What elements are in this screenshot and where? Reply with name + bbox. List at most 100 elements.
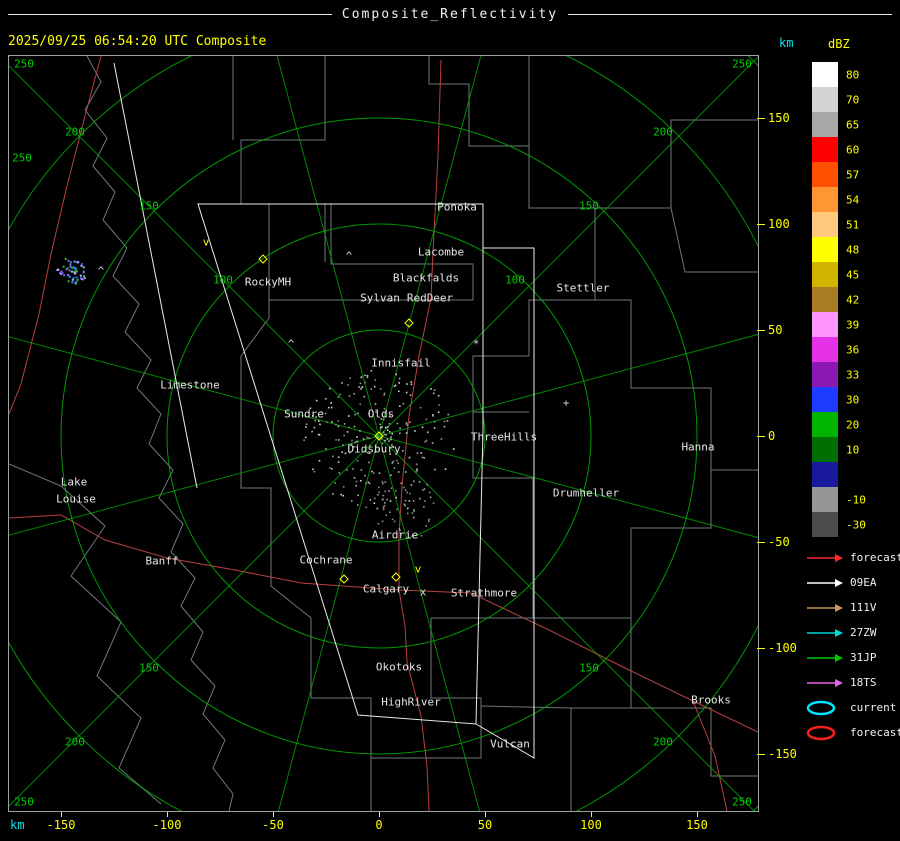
colorbar-swatch: [812, 62, 838, 87]
legend-row: forecast: [806, 545, 900, 570]
colorbar-row: 57: [812, 162, 900, 187]
azimuth-line-255: [9, 435, 380, 536]
colorbar-row: 20: [812, 412, 900, 437]
colorbar-swatch: [812, 287, 838, 312]
colorbar-row: -10: [812, 487, 900, 512]
colorbar-row: 45: [812, 262, 900, 287]
colorbar-row: 65: [812, 112, 900, 137]
bottom-axis-label: 100: [580, 818, 602, 832]
right-axis-label: 150: [768, 111, 790, 125]
colorbar-row: [812, 462, 900, 487]
azimuth-line-195: [278, 435, 380, 811]
colorbar-value: -30: [846, 518, 866, 531]
legend-label: 31JP: [850, 651, 877, 664]
colorbar-value: 57: [846, 168, 860, 181]
colorbar-row: 33: [812, 362, 900, 387]
colorbar-value: 33: [846, 368, 860, 381]
radar-app: Composite_Reflectivity 2025/09/25 06:54:…: [0, 0, 900, 841]
legend-arrow-icon: [807, 653, 843, 662]
right-axis-label: 0: [768, 429, 776, 443]
map-canvas: [9, 56, 758, 811]
bottom-axis-tick: [379, 812, 380, 817]
colorbar-row: 36: [812, 337, 900, 362]
title-rule-left: [8, 13, 332, 15]
bottom-axis-label: 150: [686, 818, 708, 832]
colorbar-row: 51: [812, 212, 900, 237]
colorbar-value: 54: [846, 193, 860, 206]
azimuth-line-345: [276, 56, 380, 437]
colorbar-value: 80: [846, 68, 860, 81]
colorbar-swatch: [812, 87, 838, 112]
bottom-axis-label: 0: [375, 818, 383, 832]
colorbar-swatch: [812, 262, 838, 287]
radar-site-markers: [258, 254, 414, 584]
bottom-axis-label: -50: [262, 818, 284, 832]
legend-arrow-icon: [807, 553, 843, 562]
legend-arrow-icon: [807, 578, 843, 587]
bottom-axis-label: -100: [152, 818, 182, 832]
legend-label: 27ZW: [850, 626, 877, 639]
legend-row: 27ZW: [806, 620, 900, 645]
colorbar-swatch: [812, 312, 838, 337]
colorbar-swatch: [812, 112, 838, 137]
bottom-axis-tick: [273, 812, 274, 817]
colorbar-swatch: [812, 162, 838, 187]
bottom-axis-label: 50: [477, 818, 493, 832]
azimuth-line-15: [378, 56, 482, 437]
colorbar-row: 48: [812, 237, 900, 262]
legend-label: 18TS: [850, 676, 877, 689]
colorbar-row: -30: [812, 512, 900, 537]
colorbar-swatch: [812, 137, 838, 162]
bottom-axis-tick: [61, 812, 62, 817]
azimuth-line-105: [378, 435, 758, 539]
legend-row: 111V: [806, 595, 900, 620]
colorbar-swatch: [812, 412, 838, 437]
legend-arrow-icon: [807, 603, 843, 612]
legend-row: 18TS: [806, 670, 900, 695]
colorbar-row: 80: [812, 62, 900, 87]
legend-row: 09EA: [806, 570, 900, 595]
right-axis-label: -50: [768, 535, 790, 549]
azimuth-line-45: [378, 56, 758, 437]
azimuth-line-285: [9, 336, 380, 437]
colorbar-swatch: [812, 512, 838, 537]
colorbar-swatch: [812, 337, 838, 362]
legend-arrow-icon: [807, 628, 843, 637]
km-unit-bottom: km: [10, 818, 25, 832]
colorbar-value: 51: [846, 218, 860, 231]
legend-label: 111V: [850, 601, 877, 614]
azimuth-line-315: [9, 65, 380, 437]
colorbar-row: 42: [812, 287, 900, 312]
colorbar-value: 42: [846, 293, 860, 306]
coverage-sector-outline: [113, 62, 535, 759]
bottom-axis-tick: [167, 812, 168, 817]
legend-label: forecast: [850, 726, 900, 739]
colorbar-value: 20: [846, 418, 860, 431]
bottom-axis-tick: [485, 812, 486, 817]
colorbar-value: 10: [846, 443, 860, 456]
colorbar-row: 54: [812, 187, 900, 212]
title-rule-right: [568, 13, 892, 15]
legend-label: current: [850, 701, 897, 714]
title-bar: Composite_Reflectivity: [0, 0, 900, 28]
colorbar-value: 36: [846, 343, 860, 356]
bottom-axis-label: -150: [46, 818, 76, 832]
colorbar-swatch: [812, 362, 838, 387]
colorbar: 80 70 65 60 57 54 51 48 45 42 39 36 33 30 20 10 -10 -30: [812, 62, 900, 537]
right-axis-label: 100: [768, 217, 790, 231]
legend-ellipse-icon: [806, 725, 836, 740]
legend-label: forecast: [850, 551, 900, 564]
bottom-axis-tick: [591, 812, 592, 817]
azimuth-line-75: [378, 333, 758, 437]
legend-row: current: [806, 695, 900, 720]
colorbar-row: 30: [812, 387, 900, 412]
colorbar-row: 60: [812, 137, 900, 162]
colorbar-swatch: [812, 487, 838, 512]
colorbar-value: 70: [846, 93, 860, 106]
right-axis-label: -100: [768, 641, 797, 655]
colorbar-title: dBZ: [828, 37, 850, 51]
legend-row: 31JP: [806, 645, 900, 670]
bottom-axis-tick: [697, 812, 698, 817]
right-axis-label: -150: [768, 747, 797, 761]
colorbar-swatch: [812, 437, 838, 462]
